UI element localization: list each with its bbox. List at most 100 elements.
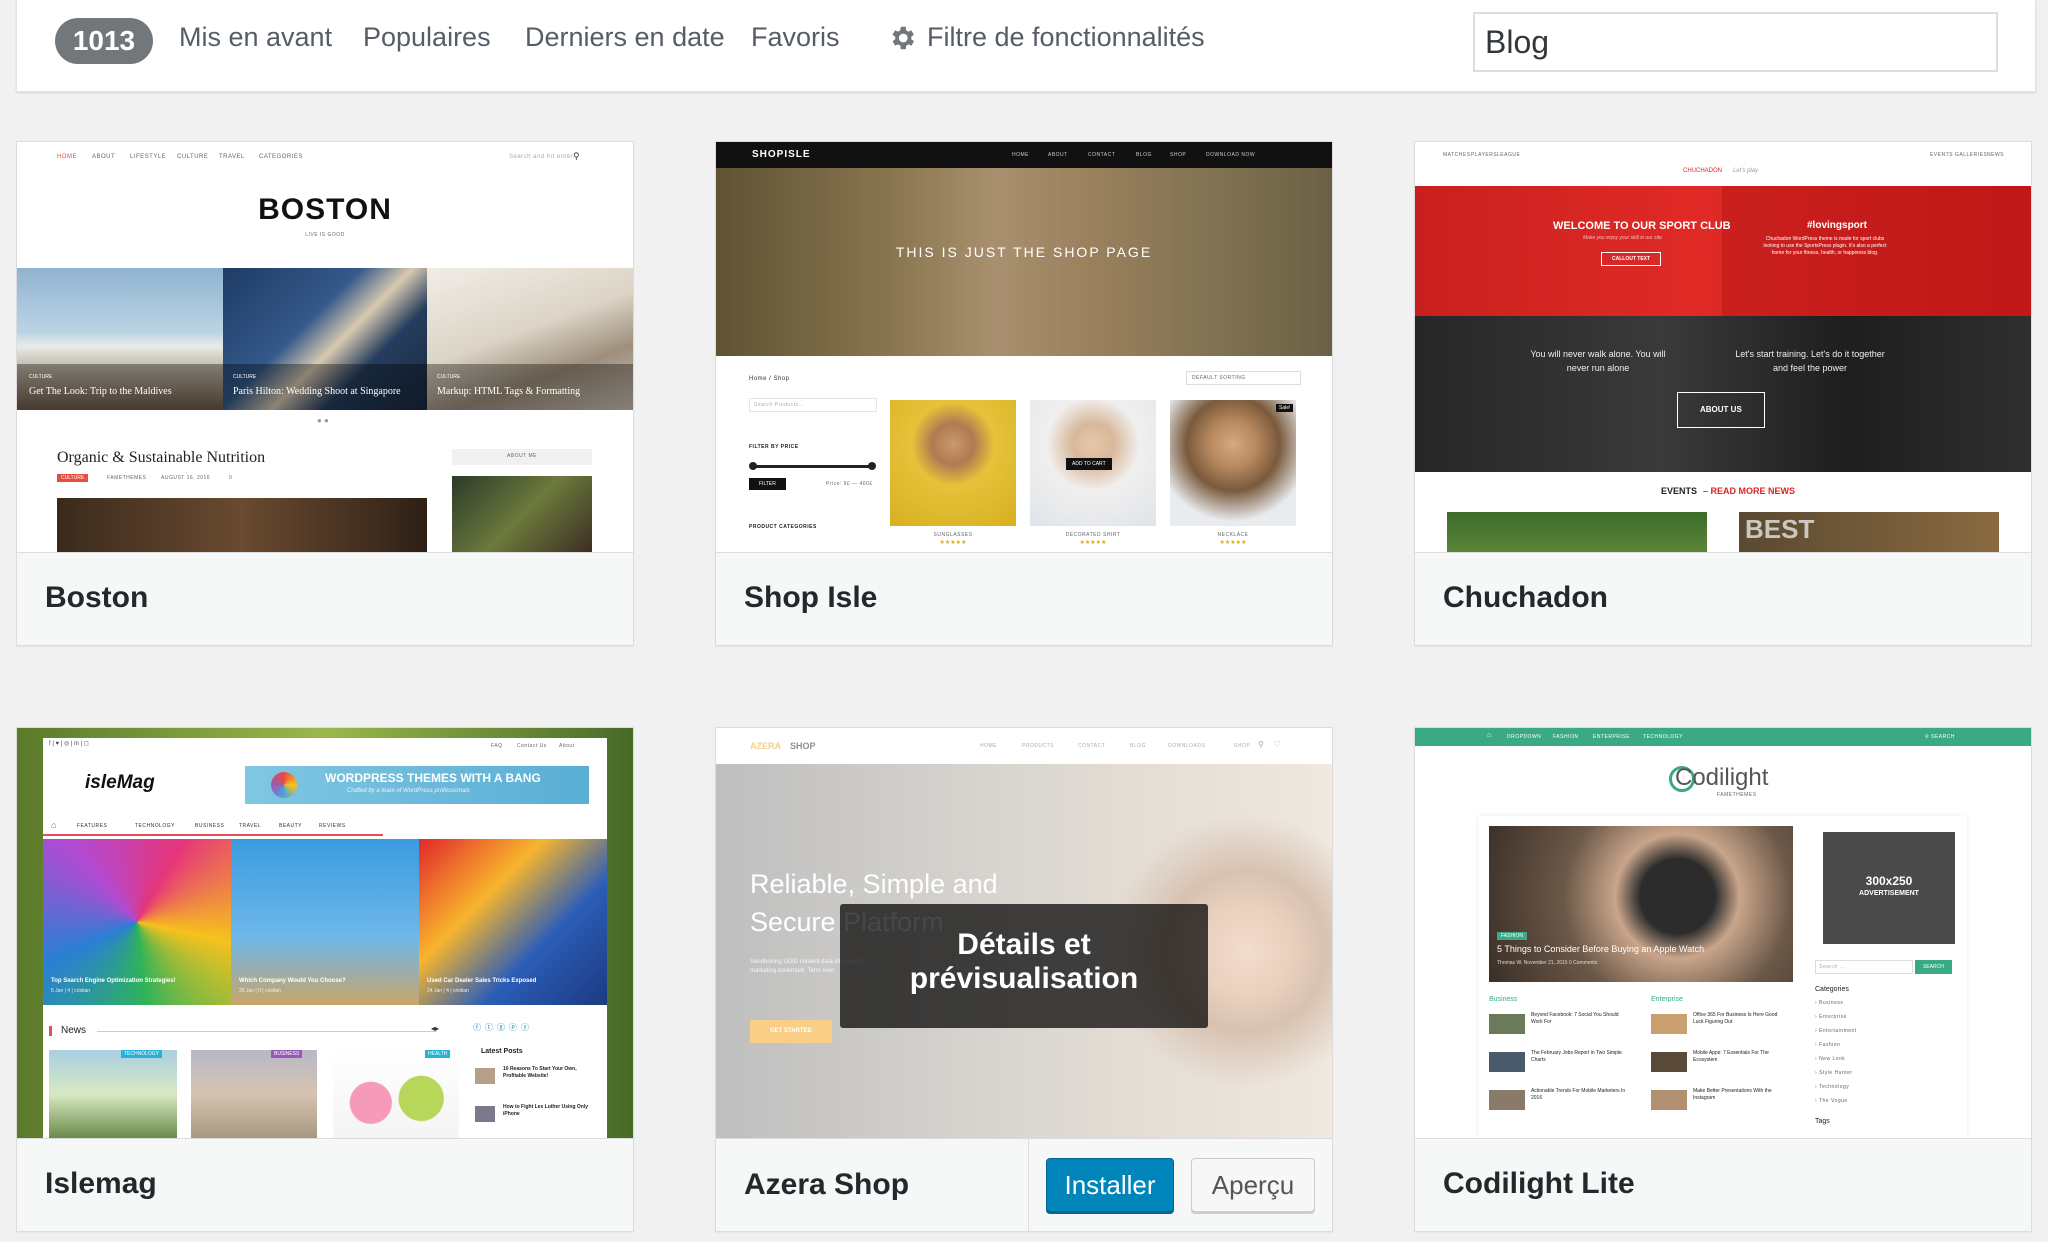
theme-screenshot[interactable]: SHOPISLE HOME ABOUT CONTACT BLOG SHOP DO… xyxy=(716,142,1332,552)
preview-search: Search and hit enter... xyxy=(509,154,580,160)
preview-logo-sub: FAMETHEMES xyxy=(1717,792,1757,798)
post-title: Beyond Facebook: 7 Social You Should Wor… xyxy=(1531,1012,1619,1025)
preview-nav-item: NEWS xyxy=(1987,152,2004,158)
theme-screenshot[interactable]: ⌂ DROPDOWN FASHION ENTERPRISE TECHNOLOGY… xyxy=(1415,728,2031,1138)
sidebar-search-placeholder: Search ... xyxy=(1819,964,1846,970)
slide-title: Top Search Engine Optimization Strategie… xyxy=(51,978,176,984)
preview-nav-item: PLAYERS xyxy=(1471,152,1498,158)
preview-nav-item: GALLERIES xyxy=(1955,152,1988,158)
theme-screenshot[interactable]: f | ♥ | ◎ | in | ◻ FAQ Contact Us About … xyxy=(17,728,633,1138)
events-heading: EVENTS xyxy=(1661,486,1698,496)
news-tag: BUSINESS xyxy=(271,1050,303,1058)
theme-card-islemag[interactable]: f | ♥ | ◎ | in | ◻ FAQ Contact Us About … xyxy=(16,727,634,1232)
latest-thumb xyxy=(475,1068,495,1084)
preview-top-link: About xyxy=(559,743,575,749)
preview-post-title: Organic & Sustainable Nutrition xyxy=(57,449,266,466)
install-button[interactable]: Installer xyxy=(1046,1158,1174,1212)
latest-post: 10 Reasons To Start Your Own, Profitable… xyxy=(503,1066,577,1079)
category-label: New Look xyxy=(1819,1056,1846,1062)
read-more-link: – READ MORE NEWS xyxy=(1703,486,1796,496)
post-title: Make Better Presentations With the Insta… xyxy=(1693,1088,1772,1101)
preview-nav-item: TRAVEL xyxy=(219,154,245,160)
preview-nav-item: TECHNOLOGY xyxy=(135,823,176,829)
preview-nav-item: FASHION xyxy=(1553,734,1579,740)
theme-card-shop-isle[interactable]: SHOPISLE HOME ABOUT CONTACT BLOG SHOP DO… xyxy=(715,141,1333,646)
welcome-heading: WELCOME TO OUR SPORT CLUB xyxy=(1553,220,1731,232)
preview-nav-item: LEAGUE xyxy=(1497,152,1521,158)
post-tag: CULTURE xyxy=(57,474,89,482)
product-name: SUNGLASSES xyxy=(933,532,973,538)
category-item: › New Look xyxy=(1815,1056,1846,1062)
slide-meta: 25 Jan | 0 | cristian xyxy=(239,988,281,994)
post-date: AUGUST 16, 2016 xyxy=(161,475,211,481)
category-item: › Enterprise xyxy=(1815,1014,1847,1020)
feature-tag: FASHION xyxy=(1497,932,1527,940)
filter-popular[interactable]: Populaires xyxy=(363,22,491,53)
gear-icon[interactable] xyxy=(887,23,917,53)
theme-screenshot[interactable]: HOME ABOUT LIFESTYLE CULTURE TRAVEL CATE… xyxy=(17,142,633,552)
feature-image xyxy=(1489,826,1793,982)
theme-card-chuchadon[interactable]: MATCHES PLAYERS LEAGUE EVENTS GALLERIES … xyxy=(1414,141,2032,646)
theme-card-codilight-lite[interactable]: ⌂ DROPDOWN FASHION ENTERPRISE TECHNOLOGY… xyxy=(1414,727,2032,1232)
hero-overlay xyxy=(716,168,1332,356)
news-image xyxy=(333,1050,459,1138)
banner-heading: WORDPRESS THEMES WITH A BANG xyxy=(325,771,541,785)
post-thumb xyxy=(1489,1014,1525,1034)
sidebar-search-button: SEARCH xyxy=(1915,960,1952,974)
preview-nav-item: HOME xyxy=(1012,152,1029,158)
filter-favorites[interactable]: Favoris xyxy=(751,22,840,53)
theme-card-boston[interactable]: HOME ABOUT LIFESTYLE CULTURE TRAVEL CATE… xyxy=(16,141,634,646)
theme-screenshot[interactable]: AZERA SHOP HOME PRODUCTS CONTACT BLOG DO… xyxy=(716,728,1332,1138)
filter-latest[interactable]: Derniers en date xyxy=(525,22,725,53)
event-title: BEST xyxy=(1745,514,1815,544)
post-thumb xyxy=(1489,1090,1525,1110)
theme-details-button[interactable]: Détails et prévisualisation xyxy=(840,904,1208,1028)
categories-heading: Categories xyxy=(1815,986,1849,993)
actions-divider xyxy=(1028,1139,1029,1231)
preview-nav-item: TRAVEL xyxy=(239,823,262,829)
filter-featured[interactable]: Mis en avant xyxy=(179,22,332,53)
feature-filter-button[interactable]: Filtre de fonctionnalités xyxy=(927,22,1205,53)
preview-nav-item: SHOP xyxy=(1170,152,1187,158)
preview-nav-item: MATCHES xyxy=(1443,152,1471,158)
preview-nav-item: HOME xyxy=(57,154,77,160)
preview-button[interactable]: Aperçu xyxy=(1191,1158,1315,1212)
preview-logo: BOSTON xyxy=(258,193,392,226)
latest-post: How to Fight Lex Luther Using Only iPhon… xyxy=(503,1104,588,1117)
latest-heading: Latest Posts xyxy=(481,1048,523,1055)
read-more-text: READ MORE NEWS xyxy=(1710,486,1796,496)
news-marker xyxy=(49,1026,52,1036)
hero-text: THIS IS JUST THE SHOP PAGE xyxy=(895,244,1153,260)
category-item: › Style Hunter xyxy=(1815,1070,1853,1076)
product-search-placeholder: Search Products... xyxy=(754,402,805,408)
post-title: Mobile Apps: 7 Essentials For The Ecosys… xyxy=(1693,1050,1769,1063)
slide-meta: 24 Jan | 4 | cristian xyxy=(427,988,469,994)
rating-stars: ★★★★★ xyxy=(939,540,967,546)
theme-screenshot[interactable]: MATCHES PLAYERS LEAGUE EVENTS GALLERIES … xyxy=(1415,142,2031,552)
news-rule xyxy=(97,1031,437,1032)
post-thumb xyxy=(1651,1090,1687,1110)
preview-logo: SHOPISLE xyxy=(752,149,811,160)
theme-card-azera-shop[interactable]: AZERA SHOP HOME PRODUCTS CONTACT BLOG DO… xyxy=(715,727,1333,1232)
feature-title: 5 Things to Consider Before Buying an Ap… xyxy=(1497,944,1705,954)
event-image xyxy=(1447,512,1707,552)
news-image xyxy=(49,1050,177,1138)
slider-handle xyxy=(749,462,757,470)
nav-underline xyxy=(43,834,383,836)
carousel-arrows: ◂▸ xyxy=(431,1024,440,1033)
preview-nav-item: LIFESTYLE xyxy=(130,154,167,160)
banner-logo xyxy=(271,772,297,798)
preview-nav-item: ENTERPRISE xyxy=(1593,734,1630,740)
category-item: › Technology xyxy=(1815,1084,1850,1090)
theme-name: Codilight Lite xyxy=(1415,1138,2031,1231)
preview-nav-item: BLOG xyxy=(1136,152,1152,158)
category-label: Enterprise xyxy=(1819,1014,1847,1020)
preview-logo: isleMag xyxy=(85,772,155,793)
filter-title: FILTER BY PRICE xyxy=(749,444,799,450)
post-title: Office 365 For Business Is Here Good Luc… xyxy=(1693,1012,1778,1025)
category-item: › The Vogue xyxy=(1815,1098,1848,1104)
theme-name: Boston xyxy=(17,552,633,645)
theme-search-input[interactable] xyxy=(1473,12,1998,72)
quote-right: Let's start training. Let's do it togeth… xyxy=(1735,349,1885,373)
callout-button: CALLOUT TEXT xyxy=(1601,252,1662,266)
